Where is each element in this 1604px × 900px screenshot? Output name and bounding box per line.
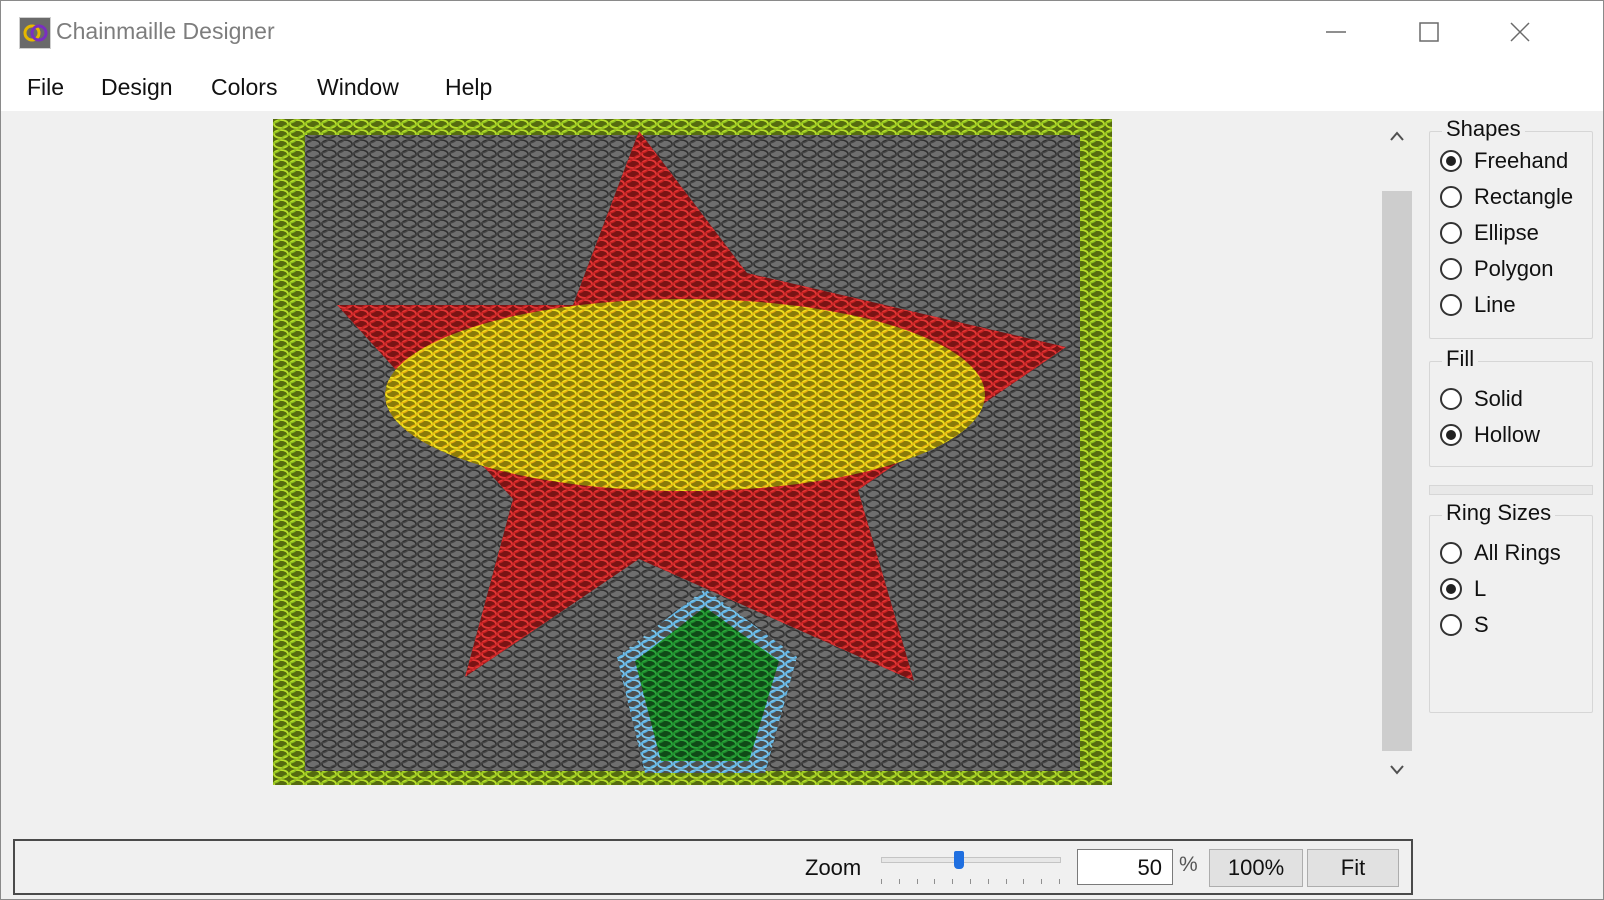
radio-icon <box>1440 294 1462 316</box>
radio-icon <box>1440 222 1462 244</box>
chevron-up-icon <box>1390 131 1404 141</box>
zoom-slider-tick <box>987 879 989 884</box>
zoom-100-button[interactable]: 100% <box>1209 849 1303 887</box>
chainmaille-app-icon <box>19 17 51 49</box>
radio-label: Solid <box>1474 386 1523 411</box>
radio-label: Line <box>1474 292 1516 317</box>
maximize-button[interactable] <box>1406 9 1452 55</box>
fill-group-title: Fill <box>1442 346 1479 372</box>
fill-group: Fill Solid Hollow <box>1429 346 1593 467</box>
menu-design[interactable]: Design <box>97 72 177 103</box>
zoom-fit-button[interactable]: Fit <box>1307 849 1399 887</box>
minimize-icon <box>1326 31 1346 33</box>
ring-sizes-group: Ring Sizes All Rings L S <box>1429 500 1593 713</box>
radio-label: All Rings <box>1474 540 1561 565</box>
menu-window[interactable]: Window <box>313 72 403 103</box>
shape-line-radio[interactable]: Line <box>1440 292 1516 318</box>
ring-size-l-radio[interactable]: L <box>1440 576 1486 602</box>
minimize-button[interactable] <box>1313 9 1359 55</box>
chainmaille-design-canvas[interactable] <box>273 119 1112 785</box>
zoom-slider-tick <box>952 879 954 884</box>
radio-selected-icon <box>1440 424 1462 446</box>
zoom-label: Zoom <box>805 855 862 880</box>
shape-rectangle-radio[interactable]: Rectangle <box>1440 184 1573 210</box>
fill-hollow-radio[interactable]: Hollow <box>1440 422 1540 448</box>
zoom-slider[interactable] <box>881 849 1061 889</box>
maille-star-center[interactable] <box>385 299 985 491</box>
ring-sizes-group-title: Ring Sizes <box>1442 500 1556 526</box>
zoom-slider-track <box>881 857 1061 863</box>
zoom-slider-tick <box>1059 879 1060 884</box>
zoom-slider-tick <box>881 879 882 884</box>
radio-label: S <box>1474 612 1489 637</box>
zoom-slider-tick <box>898 879 900 884</box>
radio-icon <box>1440 614 1462 636</box>
close-button[interactable] <box>1497 9 1543 55</box>
radio-label: Rectangle <box>1474 184 1574 209</box>
shapes-group: Shapes Freehand Rectangle Ellipse Polygo… <box>1429 116 1593 339</box>
scrollbar-thumb[interactable] <box>1382 191 1412 751</box>
shape-freehand-radio[interactable]: Freehand <box>1440 148 1568 174</box>
scroll-down-button[interactable] <box>1379 753 1415 787</box>
panel-separator <box>1429 485 1593 495</box>
chevron-down-icon <box>1390 765 1404 775</box>
status-bar: Zoom 50 % 100% Fit <box>13 839 1413 895</box>
radio-icon <box>1440 186 1462 208</box>
radio-label: L <box>1474 576 1487 601</box>
radio-icon <box>1440 542 1462 564</box>
menu-file[interactable]: File <box>23 72 68 103</box>
radio-selected-icon <box>1440 150 1462 172</box>
title-bar[interactable]: Chainmaille Designer <box>1 1 1603 63</box>
zoom-slider-tick <box>934 879 936 884</box>
fill-solid-radio[interactable]: Solid <box>1440 386 1523 412</box>
zoom-slider-tick <box>1023 879 1025 884</box>
zoom-value-input[interactable]: 50 <box>1077 849 1173 885</box>
maximize-icon <box>1419 22 1439 42</box>
radio-icon <box>1440 388 1462 410</box>
menu-bar: File Design Colors Window Help <box>1 63 1603 111</box>
zoom-slider-tick <box>1041 879 1043 884</box>
tool-panel: Shapes Freehand Rectangle Ellipse Polygo… <box>1415 113 1603 833</box>
zoom-slider-tick <box>1005 879 1007 884</box>
chainmaille-pattern[interactable] <box>273 119 1112 785</box>
zoom-slider-thumb[interactable] <box>954 851 965 869</box>
menu-help[interactable]: Help <box>441 72 496 103</box>
shapes-group-title: Shapes <box>1442 116 1525 142</box>
shape-ellipse-radio[interactable]: Ellipse <box>1440 220 1539 246</box>
radio-label: Polygon <box>1474 256 1554 281</box>
menu-colors[interactable]: Colors <box>207 72 281 103</box>
app-window: Chainmaille Designer File Design Colors … <box>0 0 1604 900</box>
ring-size-s-radio[interactable]: S <box>1440 612 1489 638</box>
window-title: Chainmaille Designer <box>56 18 275 44</box>
shape-polygon-radio[interactable]: Polygon <box>1440 256 1554 282</box>
vertical-scrollbar[interactable] <box>1379 119 1415 787</box>
zoom-slider-tick <box>916 879 918 884</box>
radio-label: Hollow <box>1474 422 1541 447</box>
close-icon <box>1510 22 1530 42</box>
zoom-slider-tick <box>970 879 971 884</box>
scroll-up-button[interactable] <box>1379 119 1415 153</box>
ring-size-all-radio[interactable]: All Rings <box>1440 540 1561 566</box>
radio-label: Freehand <box>1474 148 1569 173</box>
radio-icon <box>1440 258 1462 280</box>
radio-selected-icon <box>1440 578 1462 600</box>
zoom-percent-sign: % <box>1179 853 1198 876</box>
radio-label: Ellipse <box>1474 220 1539 245</box>
